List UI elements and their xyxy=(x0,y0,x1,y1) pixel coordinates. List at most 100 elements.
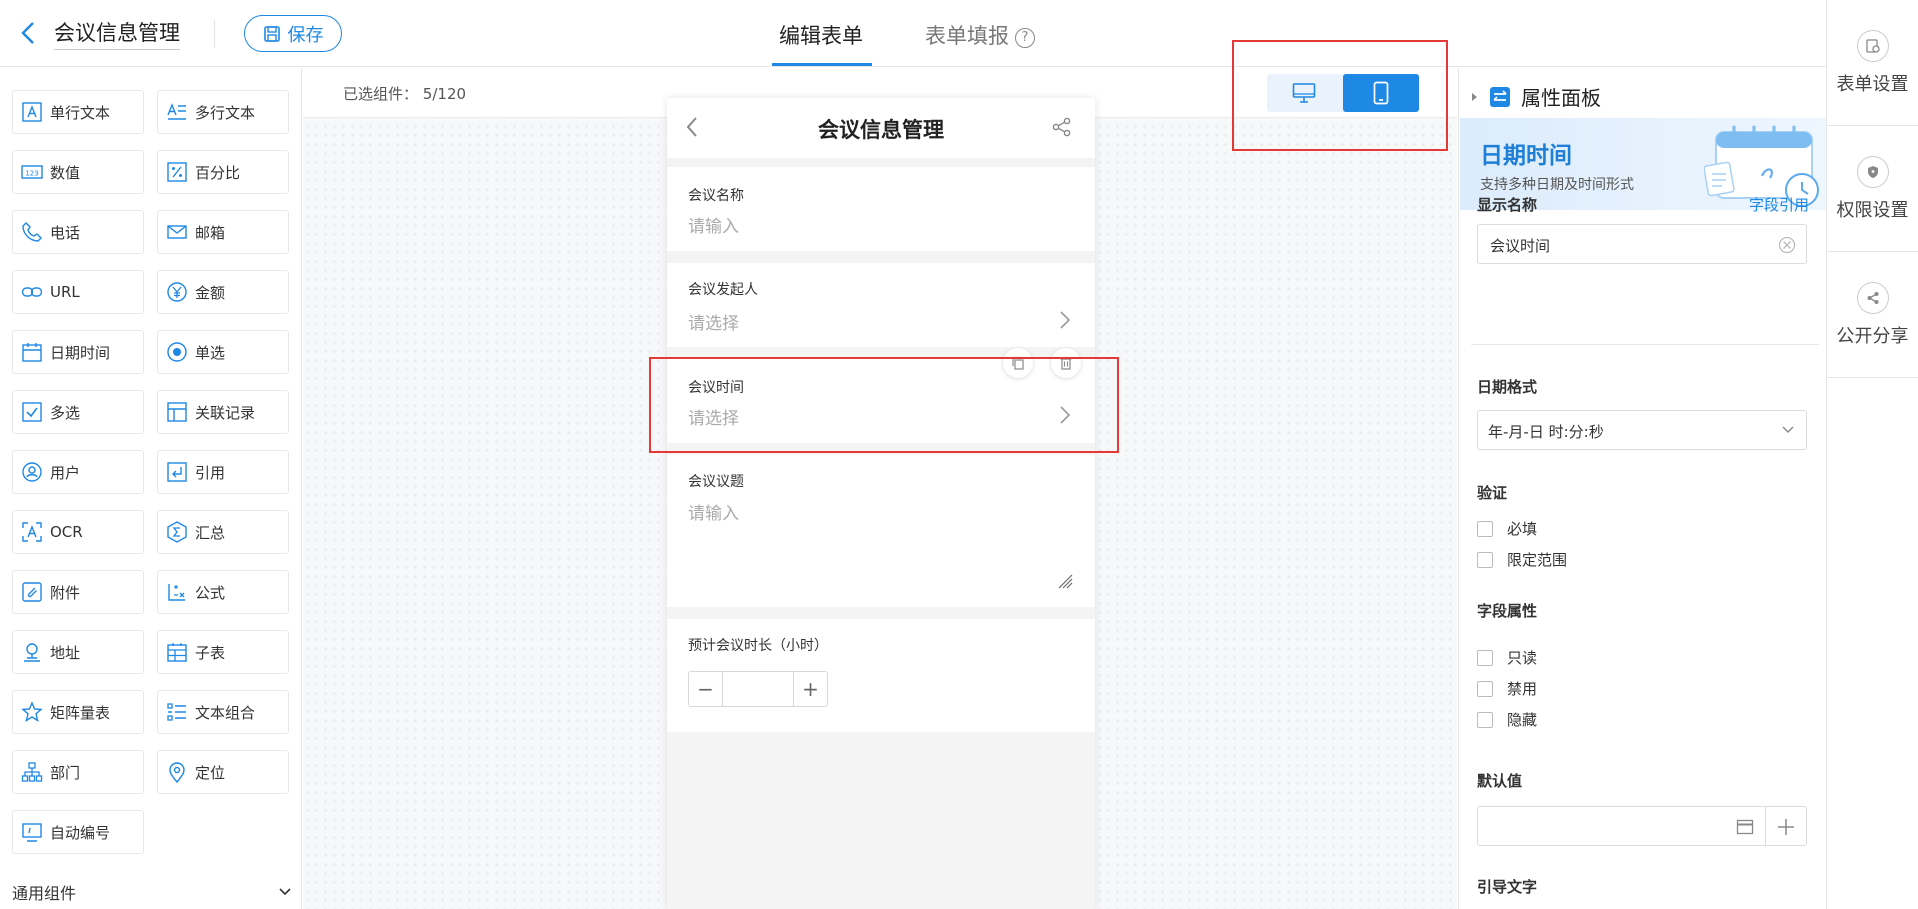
component-text-combo[interactable]: 文本组合 xyxy=(157,690,289,734)
component-number[interactable]: 123 数值 xyxy=(12,150,144,194)
divider xyxy=(1471,344,1819,345)
selected-value: 5/120 xyxy=(422,85,467,103)
component-url[interactable]: URL xyxy=(12,270,144,314)
field-estimated-duration[interactable]: 预计会议时长（小时） − + xyxy=(667,619,1095,732)
checkbox[interactable] xyxy=(1477,680,1493,697)
field-placeholder: 请选择 xyxy=(688,314,739,334)
decrement-button[interactable]: − xyxy=(689,672,723,706)
tab-form-fill[interactable]: 表单填报? xyxy=(925,20,1035,50)
checkbox-label: 限定范围 xyxy=(1507,551,1568,569)
svg-text:123: 123 xyxy=(25,170,38,178)
date-format-select[interactable]: 年-月-日 时:分:秒 xyxy=(1477,410,1807,450)
nav-permission-settings[interactable]: 权限设置 xyxy=(1827,126,1918,252)
component-subtable[interactable]: 子表 xyxy=(157,630,289,674)
component-label: 多选 xyxy=(50,403,81,422)
field-label: 会议议题 xyxy=(688,474,744,490)
component-phone[interactable]: 电话 xyxy=(12,210,144,254)
calendar-icon xyxy=(22,343,42,362)
checkbox[interactable] xyxy=(1477,551,1493,568)
required-checkbox[interactable]: 必填 xyxy=(1477,518,1537,539)
form-settings-icon xyxy=(1856,29,1889,62)
component-auto-number[interactable]: 自动编号 xyxy=(12,810,144,854)
component-radio[interactable]: 单选 xyxy=(157,330,289,374)
auto-number-icon xyxy=(22,823,42,842)
radio-icon xyxy=(167,342,187,362)
share-icon[interactable] xyxy=(1051,116,1073,138)
subtable-icon xyxy=(167,643,187,662)
nav-public-share[interactable]: 公开分享 xyxy=(1827,252,1918,378)
caret-right-icon[interactable] xyxy=(1471,92,1479,102)
component-mail[interactable]: 邮箱 xyxy=(157,210,289,254)
highlight-device-toggle xyxy=(1232,40,1448,151)
nav-label: 公开分享 xyxy=(1836,325,1909,347)
resize-handle-icon[interactable] xyxy=(1057,573,1073,589)
component-label: 定位 xyxy=(195,763,226,782)
swap-icon xyxy=(1490,86,1510,107)
checkbox[interactable] xyxy=(1477,649,1493,666)
component-relation[interactable]: 关联记录 xyxy=(157,390,289,434)
link-icon xyxy=(21,287,43,297)
component-matrix-scale[interactable]: 矩阵量表 xyxy=(12,690,144,734)
clear-icon[interactable] xyxy=(1778,236,1796,254)
chevron-down-icon xyxy=(279,888,291,896)
component-attachment[interactable]: 附件 xyxy=(12,570,144,614)
plus-icon[interactable] xyxy=(1776,817,1796,837)
component-reference[interactable]: 引用 xyxy=(157,450,289,494)
field-meeting-topic[interactable]: 会议议题 请输入 xyxy=(667,455,1095,607)
component-label: 金额 xyxy=(195,283,226,302)
default-value-input[interactable] xyxy=(1477,806,1807,846)
star-icon xyxy=(21,701,43,722)
component-formula[interactable]: 公式 xyxy=(157,570,289,614)
component-label: 邮箱 xyxy=(195,223,226,242)
disabled-checkbox[interactable]: 禁用 xyxy=(1477,678,1537,699)
component-location[interactable]: 定位 xyxy=(157,750,289,794)
hidden-checkbox[interactable]: 隐藏 xyxy=(1477,709,1537,730)
range-checkbox[interactable]: 限定范围 xyxy=(1477,549,1567,570)
highlight-selected-field xyxy=(649,357,1119,453)
property-panel: 属性面板 日期时间 支持多种日期及时间形式 显示名称 字段引用 会议时间 日期格… xyxy=(1458,68,1826,909)
field-meeting-initiator[interactable]: 会议发起人 请选择 xyxy=(667,263,1095,347)
checkbox[interactable] xyxy=(1477,520,1493,537)
component-datetime[interactable]: 日期时间 xyxy=(12,330,144,374)
component-label: URL xyxy=(50,283,80,301)
component-label: OCR xyxy=(50,523,83,541)
display-name-input[interactable]: 会议时间 xyxy=(1477,224,1807,264)
attachment-icon xyxy=(22,582,42,602)
component-label: 部门 xyxy=(50,763,81,782)
component-label: 多行文本 xyxy=(195,103,256,122)
component-label: 单选 xyxy=(195,343,226,362)
component-checkbox[interactable]: 多选 xyxy=(12,390,144,434)
readonly-checkbox[interactable]: 只读 xyxy=(1477,647,1537,668)
component-multi-text[interactable]: 多行文本 xyxy=(157,90,289,134)
chevron-down-icon xyxy=(1782,426,1794,433)
tab-label: 表单填报 xyxy=(925,24,1009,48)
org-icon xyxy=(21,762,43,782)
calendar-icon[interactable] xyxy=(1736,818,1754,836)
duration-input[interactable] xyxy=(723,672,793,706)
help-icon[interactable]: ? xyxy=(1015,27,1035,48)
checkbox[interactable] xyxy=(1477,711,1493,728)
component-ocr[interactable]: OCR xyxy=(12,510,144,554)
field-meeting-name[interactable]: 会议名称 请输入 xyxy=(667,167,1095,251)
component-summary[interactable]: 汇总 xyxy=(157,510,289,554)
share-icon xyxy=(1856,281,1889,314)
component-amount[interactable]: 金额 xyxy=(157,270,289,314)
mobile-title: 会议信息管理 xyxy=(818,118,944,142)
save-button[interactable]: 保存 xyxy=(244,15,342,52)
nav-form-settings[interactable]: 表单设置 xyxy=(1827,0,1918,126)
group-common-components[interactable]: 通用组件 xyxy=(12,880,292,904)
field-reference-link[interactable]: 字段引用 xyxy=(1749,194,1809,215)
increment-button[interactable]: + xyxy=(793,672,827,706)
back-arrow-icon[interactable] xyxy=(14,18,44,48)
component-percent[interactable]: 百分比 xyxy=(157,150,289,194)
checkbox-label: 禁用 xyxy=(1507,680,1538,698)
guide-text-label: 引导文字 xyxy=(1477,878,1538,896)
component-user[interactable]: 用户 xyxy=(12,450,144,494)
component-department[interactable]: 部门 xyxy=(12,750,144,794)
property-panel-header: 属性面板 xyxy=(1471,82,1601,111)
component-single-text[interactable]: 单行文本 xyxy=(12,90,144,134)
display-name-value: 会议时间 xyxy=(1490,237,1551,255)
component-address[interactable]: 地址 xyxy=(12,630,144,674)
display-name-label: 显示名称 xyxy=(1477,196,1538,214)
tab-edit-form[interactable]: 编辑表单 xyxy=(779,20,863,50)
